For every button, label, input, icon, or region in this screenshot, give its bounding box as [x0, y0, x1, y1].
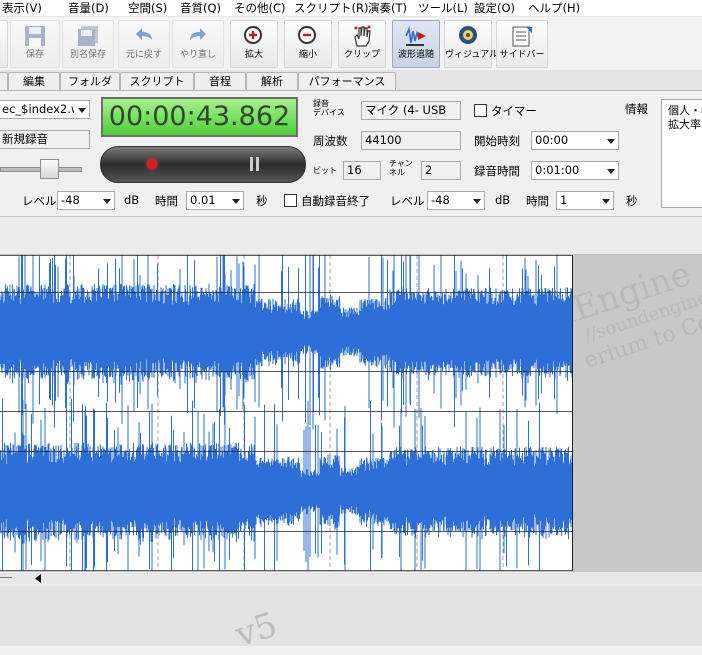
info-box: 個人・教拡大率 — [661, 99, 702, 208]
wave-follow-button[interactable]: 波形追随 — [392, 20, 440, 68]
level-label: レベル — [22, 194, 57, 208]
chevron-down-icon — [99, 192, 114, 209]
frequency-field: 44100 — [361, 131, 461, 150]
sidebar-button[interactable]: サイドバー — [496, 20, 548, 68]
hand-icon — [354, 25, 371, 47]
sec2-unit: 秒 — [626, 194, 638, 208]
chevron-down-icon — [603, 162, 618, 179]
menu-space[interactable]: 空間(S) — [128, 0, 167, 16]
save-as-button[interactable]: 別名保存 — [62, 20, 114, 68]
tab-analysis[interactable]: 解析 — [246, 72, 298, 90]
redo-button[interactable]: やり直し — [172, 20, 224, 68]
level2-label: レベル — [390, 194, 425, 208]
chevron-down-icon — [469, 192, 484, 209]
level-select[interactable]: -48 — [57, 191, 115, 210]
menu-bar: 表示(V) 音量(D) 空間(S) 音質(Q) その他(C) スクリプト(R) … — [0, 0, 702, 17]
save-button[interactable]: 保存 — [10, 20, 60, 68]
record-duration-label: 録音時間 — [474, 164, 520, 178]
bit-label: ビット — [313, 166, 337, 175]
toolbar: 保存 別名保存 元に戻す やり直し 拡大 縮小 クリップ 波形追随 ヴィジュアル… — [0, 17, 702, 70]
record-icon — [147, 159, 157, 169]
chevron-down-icon — [74, 101, 89, 118]
chevron-down-icon — [598, 192, 613, 209]
tab-partial[interactable] — [0, 72, 8, 90]
save-icon — [25, 26, 45, 46]
tab-folder[interactable]: フォルダ — [60, 72, 120, 90]
menu-volume[interactable]: 音量(D) — [68, 0, 109, 16]
waveform-channel-left — [0, 255, 573, 430]
time-select[interactable]: 0.01 — [186, 191, 244, 210]
waveform-channel-right — [0, 398, 573, 571]
start-time-label: 開始時刻 — [474, 134, 520, 148]
clip-button[interactable]: クリップ — [338, 20, 386, 68]
scroll-left-arrow-icon[interactable] — [34, 574, 42, 583]
zoom-in-button[interactable]: 拡大 — [230, 20, 278, 68]
toolbar-partial-button[interactable] — [0, 20, 8, 68]
time-ruler — [0, 217, 702, 255]
visual-icon — [459, 26, 477, 44]
bit-field: 16 — [343, 161, 381, 180]
save-as-icon — [78, 26, 98, 46]
visual-button[interactable]: ヴィジュアル — [444, 20, 498, 68]
tab-bar: 編集 フォルダ スクリプト 音程 解析 パフォーマンス — [0, 70, 702, 91]
pause-icon — [250, 157, 259, 171]
channel-field: 2 — [421, 161, 461, 180]
elapsed-time-display: 00:00:43.862 — [101, 97, 298, 137]
db2-unit: dB — [495, 193, 511, 207]
scroll-thumb[interactable] — [0, 577, 12, 578]
lower-panel — [0, 586, 702, 646]
zoom-in-icon — [244, 26, 262, 44]
menu-settings[interactable]: 設定(O) — [474, 0, 515, 16]
auto-stop-checkbox[interactable] — [284, 194, 297, 207]
auto-stop-label: 自動録音終了 — [301, 194, 370, 208]
zoom-out-icon — [298, 26, 316, 44]
waveform-canvas[interactable] — [0, 255, 573, 571]
channel-label: チャン ネル — [389, 159, 413, 177]
menu-tools[interactable]: ツール(L) — [418, 0, 468, 16]
menu-script[interactable]: スクリプト(R) — [294, 0, 368, 16]
menu-quality[interactable]: 音質(Q) — [180, 0, 221, 16]
device-field: マイク (4- USB — [361, 101, 461, 120]
menu-view[interactable]: 表示(V) — [2, 0, 42, 16]
tab-performance[interactable]: パフォーマンス — [298, 72, 396, 90]
zoom-out-button[interactable]: 縮小 — [284, 20, 332, 68]
slider-handle[interactable] — [40, 159, 59, 179]
device-label: 録音 デバイス — [313, 99, 345, 117]
db-unit: dB — [124, 193, 140, 207]
timer-checkbox[interactable] — [474, 104, 487, 117]
menu-play[interactable]: 演奏(T) — [368, 0, 407, 16]
tab-pitch[interactable]: 音程 — [194, 72, 246, 90]
time2-select[interactable]: 1 — [556, 191, 614, 210]
tab-edit[interactable]: 編集 — [8, 72, 60, 90]
level2-select[interactable]: -48 — [427, 191, 485, 210]
time-label: 時間 — [155, 194, 178, 208]
menu-help[interactable]: ヘルプ(H) — [528, 0, 580, 16]
time2-label: 時間 — [526, 194, 549, 208]
wave-follow-icon — [405, 26, 426, 46]
chevron-down-icon — [228, 192, 243, 209]
sec-unit: 秒 — [256, 194, 268, 208]
menu-other[interactable]: その他(C) — [234, 0, 286, 16]
file-select[interactable]: ec_$index2.w — [0, 100, 90, 119]
timer-label: タイマー — [491, 104, 537, 118]
frequency-label: 周波数 — [313, 134, 348, 148]
info-label: 情報 — [625, 102, 648, 116]
sidebar-icon — [512, 26, 532, 47]
record-duration-select[interactable]: 0:01:00 — [531, 161, 619, 180]
chevron-down-icon — [603, 132, 618, 149]
redo-icon — [190, 28, 206, 40]
undo-button[interactable]: 元に戻す — [118, 20, 170, 68]
undo-icon — [136, 28, 152, 40]
tab-script[interactable]: スクリプト — [120, 72, 194, 90]
horizontal-scrollbar[interactable] — [0, 571, 702, 586]
new-recording-button[interactable]: 新規録音 — [0, 130, 90, 149]
start-time-select[interactable]: 00:00 — [531, 131, 619, 150]
